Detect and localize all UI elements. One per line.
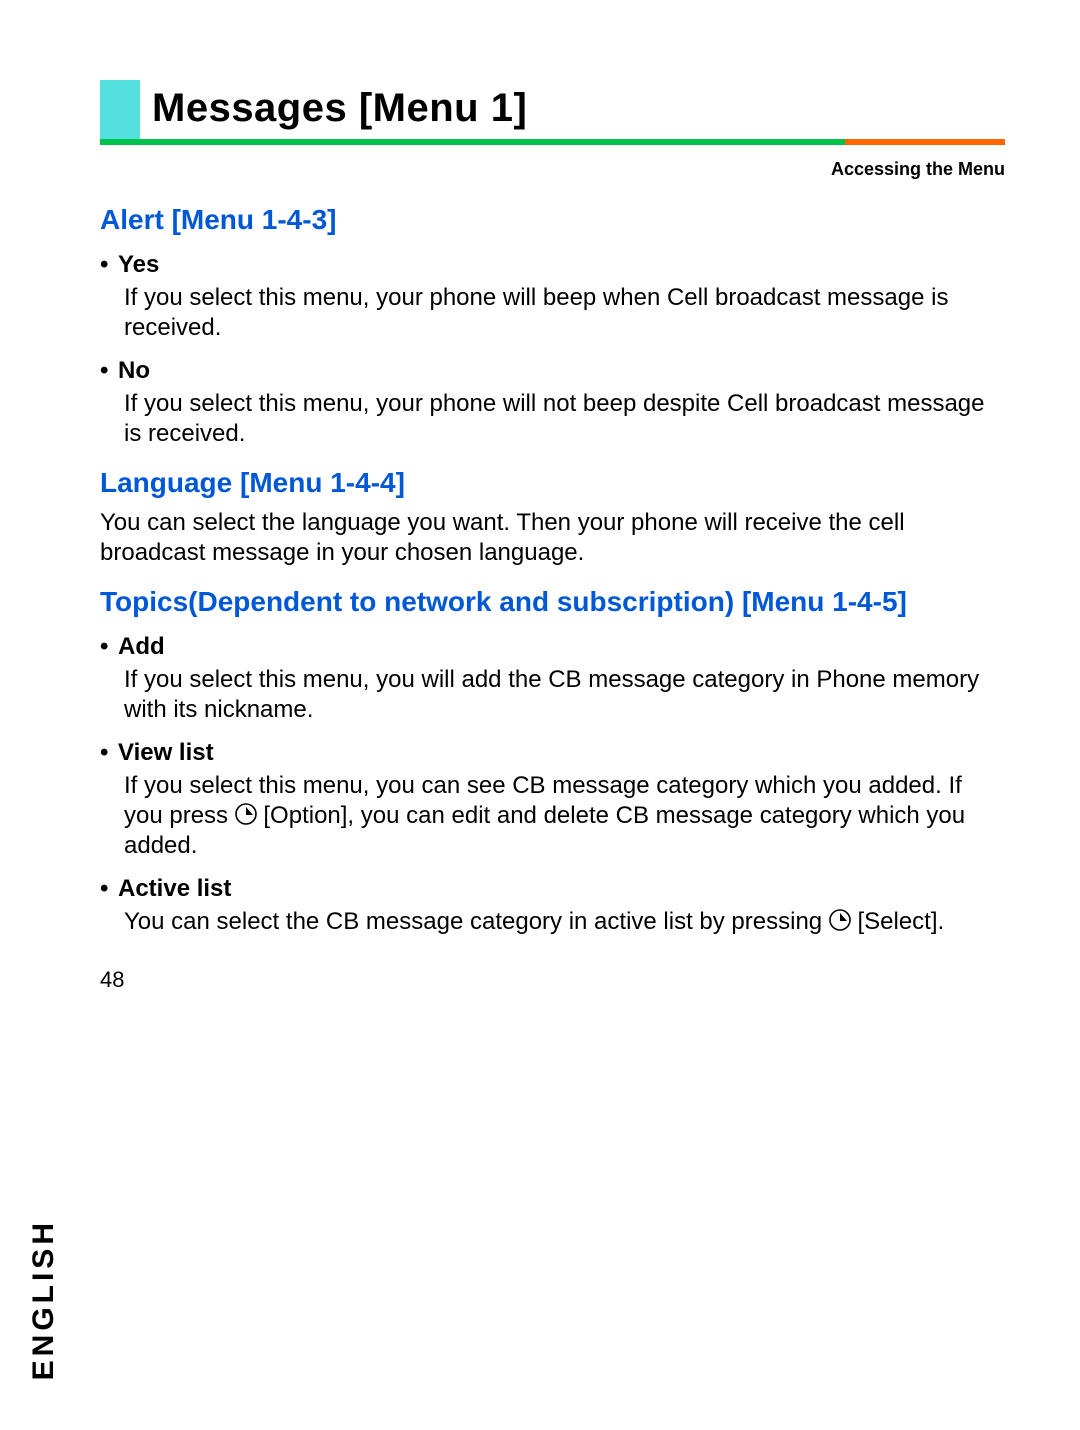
title-underline-accent — [845, 139, 1005, 145]
bullet-body: If you select this menu, your phone will… — [124, 283, 989, 343]
section-heading: Language [Menu 1-4-4] — [100, 465, 1005, 500]
bullet-heading: •No — [100, 357, 1005, 385]
title-bar: Messages [Menu 1] — [100, 75, 1005, 145]
language-margin-label: ENGLISH — [28, 1120, 60, 1380]
content-sections: Alert [Menu 1-4-3] •Yes If you select this… — [100, 202, 1005, 937]
bullet-body: If you select this menu, you will add th… — [124, 665, 989, 725]
softkey-icon — [829, 909, 851, 931]
bullet-heading: •Add — [100, 633, 1005, 661]
breadcrumb: Accessing the Menu — [100, 159, 1005, 180]
section-heading: Alert [Menu 1-4-3] — [100, 202, 1005, 237]
bullet-heading: •Active list — [100, 875, 1005, 903]
bullet-body: You can select the CB message category i… — [124, 907, 989, 937]
softkey-icon — [235, 803, 257, 825]
page-title: Messages [Menu 1] — [152, 80, 531, 139]
page-number: 48 — [100, 967, 1005, 993]
title-chip-icon — [100, 80, 140, 139]
title-underline — [100, 139, 1005, 145]
bullet-body: If you select this menu, your phone will… — [124, 389, 989, 449]
section-intro: You can select the language you want. Th… — [100, 508, 965, 568]
section-heading: Topics(Dependent to network and subscrip… — [100, 584, 1005, 619]
bullet-body: If you select this menu, you can see CB … — [124, 771, 989, 861]
bullet-heading: •Yes — [100, 251, 1005, 279]
bullet-heading: •View list — [100, 739, 1005, 767]
